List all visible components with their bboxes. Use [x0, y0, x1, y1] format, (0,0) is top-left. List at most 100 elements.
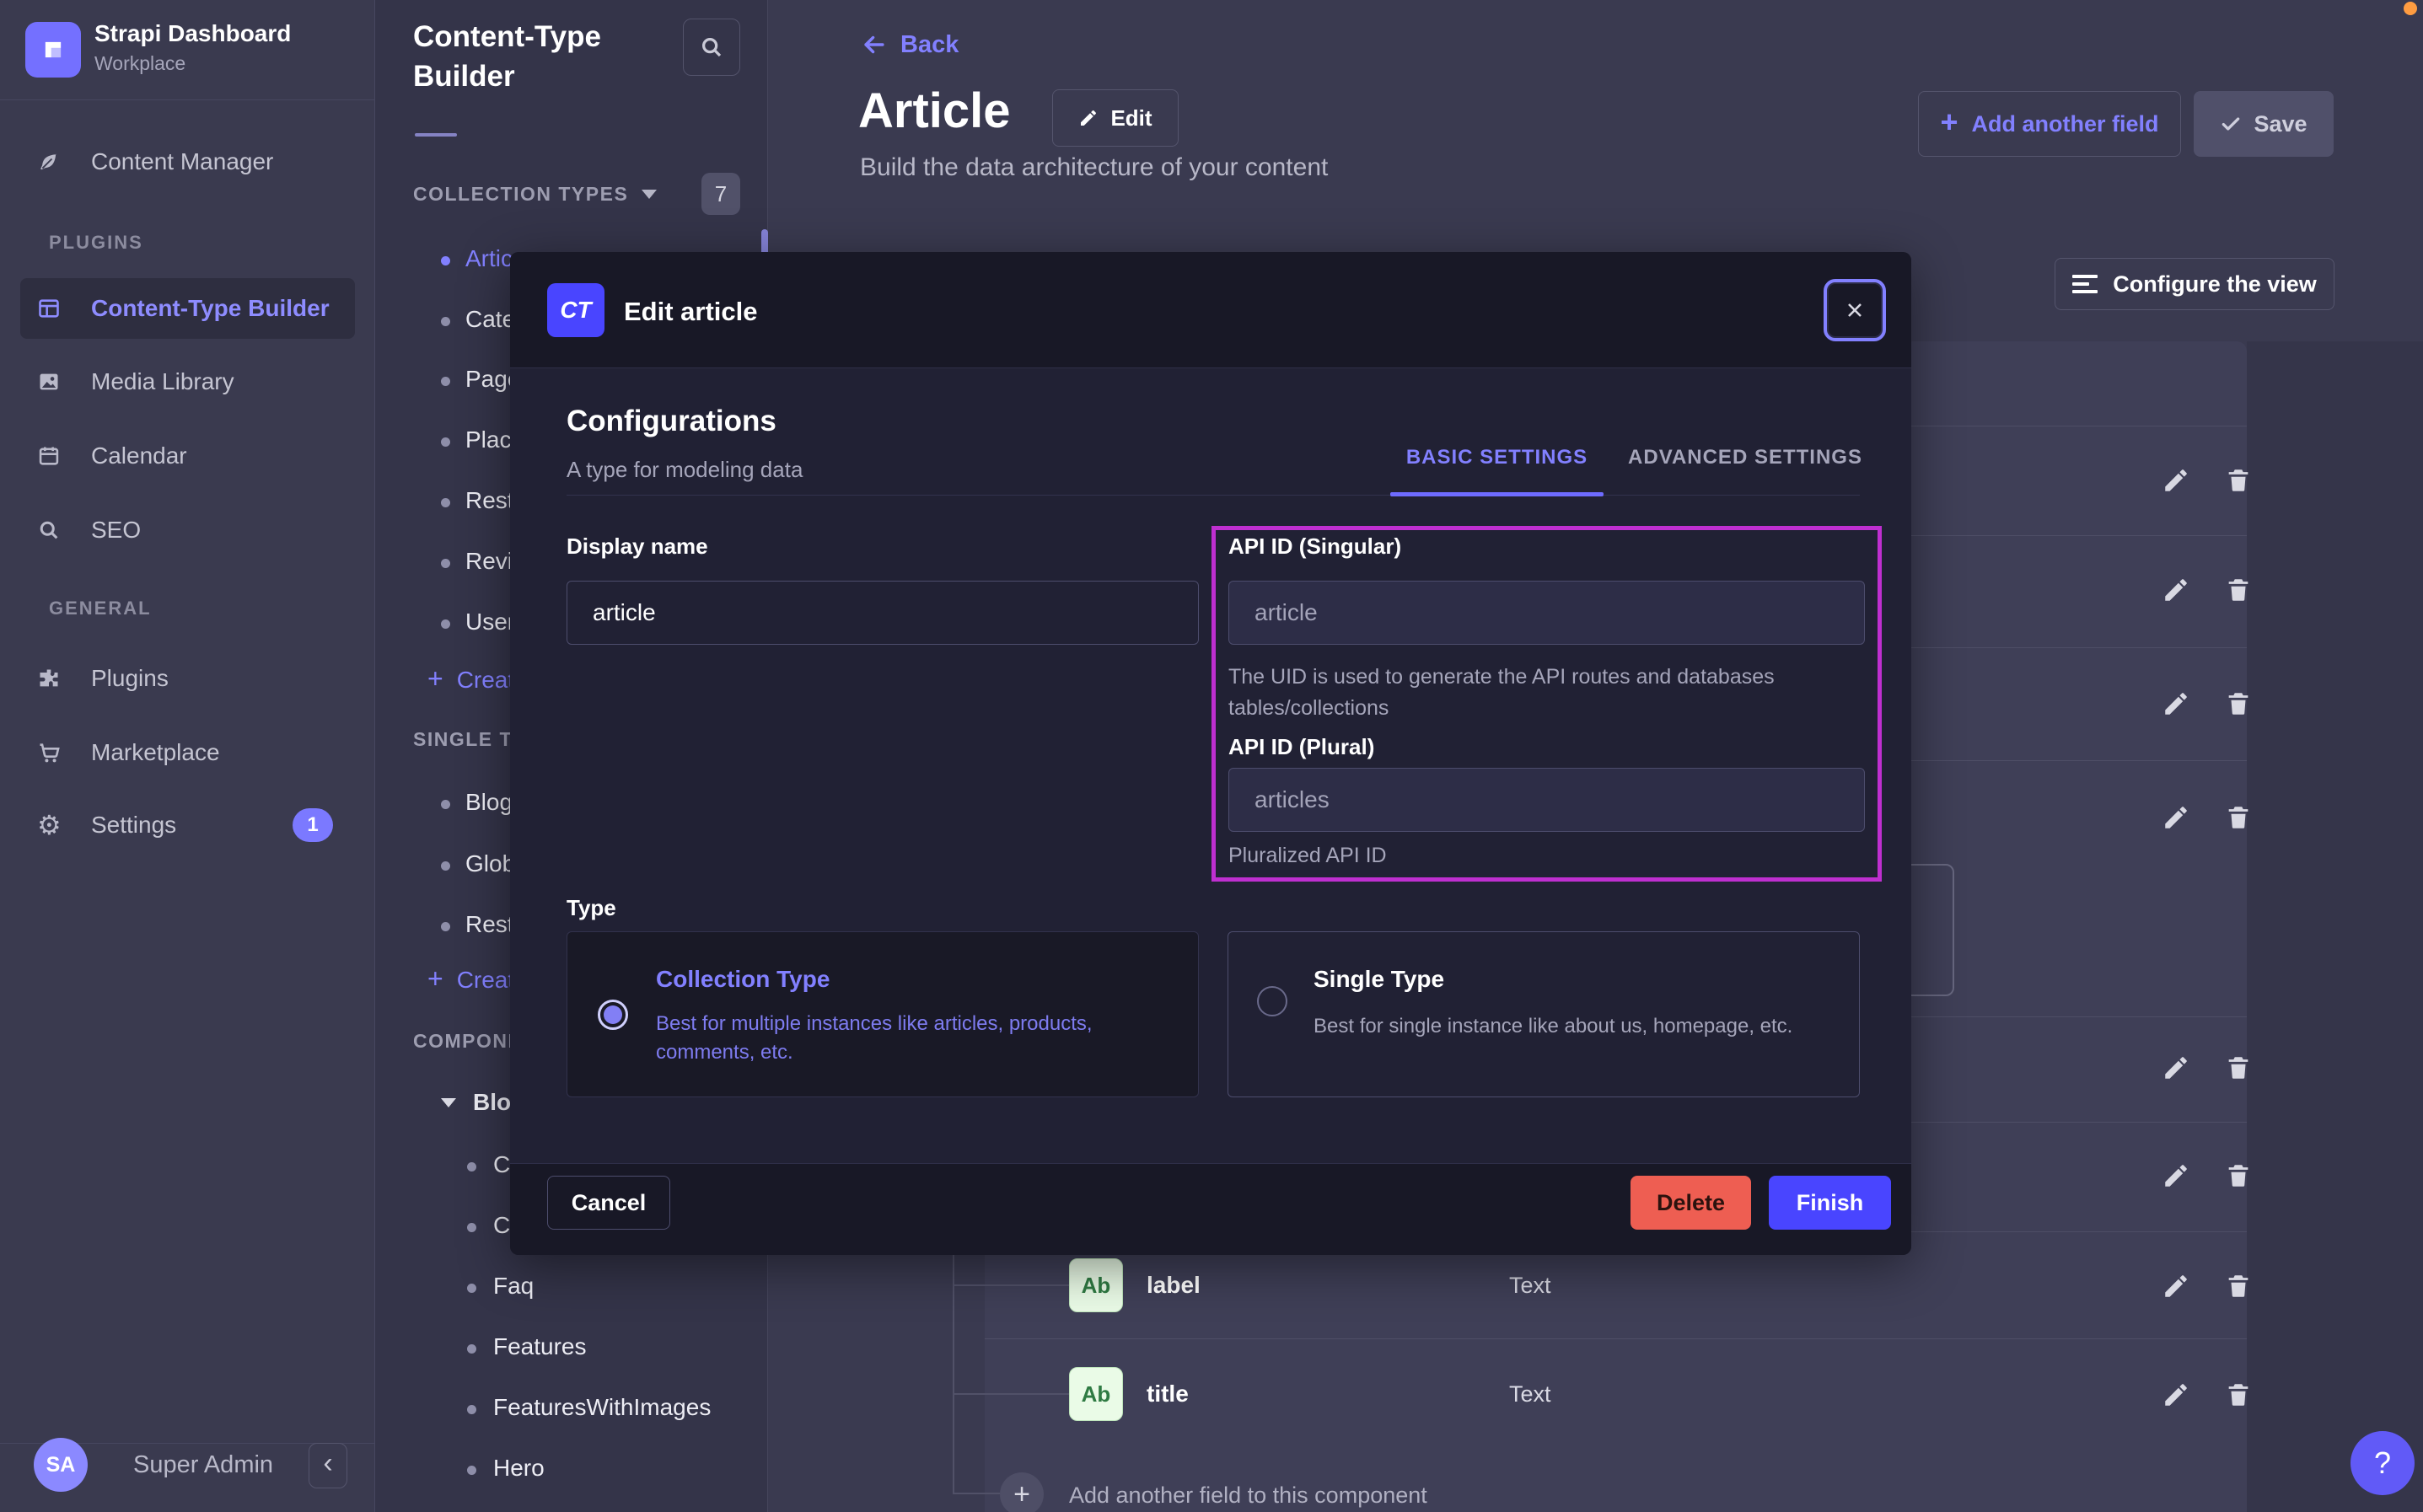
sidebar-item-settings[interactable]: ⚙ Settings 1 [0, 795, 375, 855]
list-bullet [441, 498, 450, 507]
tab-advanced-settings[interactable]: ADVANCED SETTINGS [1623, 446, 1867, 469]
list-bullet [441, 377, 450, 386]
tab-basic-settings[interactable]: BASIC SETTINGS [1390, 446, 1604, 469]
panel-item-user[interactable]: User [465, 609, 515, 635]
sidebar-item-marketplace[interactable]: Marketplace [0, 722, 375, 783]
modal-section-title: Configurations [567, 405, 776, 438]
sidebar-collapse-button[interactable]: ‹ [309, 1443, 347, 1488]
delete-field-button[interactable] [2224, 1272, 2253, 1300]
add-another-field-button[interactable]: + Add another field [1918, 91, 2181, 157]
pencil-icon [2162, 803, 2190, 832]
collection-type-option[interactable]: Collection Type Best for multiple instan… [567, 931, 1199, 1097]
tree-branch [953, 1284, 1069, 1286]
cart-icon-wrap [37, 741, 91, 764]
edit-field-button[interactable] [2162, 1272, 2190, 1300]
modal-close-button[interactable] [1824, 279, 1886, 341]
configure-view-button[interactable]: Configure the view [2055, 258, 2334, 310]
list-bullet [441, 861, 450, 871]
delete-button[interactable]: Delete [1631, 1176, 1751, 1230]
panel-item-rest[interactable]: Rest [465, 911, 514, 938]
trash-icon [2224, 1272, 2253, 1300]
sidebar-item-seo[interactable]: SEO [0, 500, 375, 560]
sidebar-section-header: PLUGINS [49, 232, 143, 254]
api-id-singular-input[interactable] [1228, 581, 1865, 645]
api-id-plural-input[interactable] [1228, 768, 1865, 832]
edit-field-button[interactable] [2162, 1381, 2190, 1409]
list-bullet [441, 800, 450, 809]
single-type-option[interactable]: Single Type Best for single instance lik… [1228, 931, 1860, 1097]
check-icon [2220, 113, 2242, 135]
panel-group-header[interactable]: COLLECTION TYPES [413, 183, 657, 206]
edit-button[interactable]: Edit [1052, 89, 1179, 147]
panel-item-glob[interactable]: Glob [465, 850, 515, 877]
pencil-icon [2162, 689, 2190, 718]
radio-unselected-icon[interactable] [1257, 986, 1287, 1016]
feather-icon-wrap [37, 150, 91, 174]
edit-field-button[interactable] [2162, 1054, 2190, 1082]
trash-icon [2224, 576, 2253, 604]
delete-field-button[interactable] [2224, 689, 2253, 718]
panel-item-revi[interactable]: Revi [465, 548, 513, 575]
panel-item-rest[interactable]: Rest [465, 487, 514, 514]
list-bullet [467, 1284, 476, 1293]
display-name-field-wrap [567, 581, 1199, 645]
panel-item-hero[interactable]: Hero [493, 1455, 545, 1482]
tree-line [953, 1255, 954, 1494]
field-type-badge: Ab [1069, 1258, 1123, 1312]
edit-field-button[interactable] [2162, 803, 2190, 832]
pencil-icon [2162, 466, 2190, 495]
delete-field-button[interactable] [2224, 1381, 2253, 1409]
sidebar-nav: Content Manager PLUGINS Content-Type Bui… [0, 0, 375, 927]
finish-label: Finish [1797, 1190, 1864, 1216]
display-name-label: Display name [567, 533, 708, 560]
count-badge: 7 [701, 173, 740, 215]
api-id-plural-label: API ID (Plural) [1228, 734, 1374, 760]
grid-icon [37, 297, 61, 320]
sidebar-item-content-manager[interactable]: Content Manager [0, 131, 375, 192]
single-type-description: Best for single instance like about us, … [1314, 1012, 1853, 1041]
panel-item-faq[interactable]: Faq [493, 1273, 534, 1300]
panel-group-header[interactable]: COMPONE [413, 1030, 522, 1053]
display-name-input[interactable] [567, 581, 1199, 645]
field-type-badge: Ab [1069, 1367, 1123, 1421]
sidebar-item-label: Marketplace [91, 739, 220, 766]
main-right-gutter [2247, 341, 2423, 1512]
delete-field-button[interactable] [2224, 1054, 2253, 1082]
panel-item-blog[interactable]: Blog [465, 789, 513, 816]
edit-field-button[interactable] [2162, 689, 2190, 718]
chevron-down-icon [441, 1098, 456, 1107]
sidebar-item-calendar[interactable]: Calendar [0, 426, 375, 486]
content-type-badge: CT [547, 283, 604, 337]
sidebar-item-plugins[interactable]: Plugins [0, 648, 375, 709]
page-subtitle: Build the data architecture of your cont… [860, 153, 1328, 182]
radio-selected-icon[interactable] [598, 1000, 628, 1030]
panel-item-artic[interactable]: Artic [465, 245, 513, 272]
edit-field-button[interactable] [2162, 466, 2190, 495]
sidebar-item-content-type-builder[interactable]: Content-Type Builder [0, 278, 375, 339]
back-link[interactable]: Back [860, 30, 959, 59]
panel-item-featureswithimages[interactable]: FeaturesWithImages [493, 1394, 711, 1421]
panel-item-features[interactable]: Features [493, 1333, 587, 1360]
delete-field-button[interactable] [2224, 803, 2253, 832]
sidebar-item-label: Media Library [91, 368, 234, 395]
delete-field-button[interactable] [2224, 466, 2253, 495]
help-button[interactable]: ? [2350, 1431, 2415, 1495]
panel-item-cate[interactable]: Cate [465, 306, 515, 333]
finish-button[interactable]: Finish [1769, 1176, 1891, 1230]
save-button[interactable]: Save [2194, 91, 2334, 157]
grid-icon-wrap [37, 297, 91, 320]
status-dot [2404, 2, 2417, 15]
plus-icon: + [427, 963, 443, 995]
edit-field-button[interactable] [2162, 1161, 2190, 1190]
list-bullet [441, 256, 450, 265]
delete-field-button[interactable] [2224, 1161, 2253, 1190]
sidebar-item-media-library[interactable]: Media Library [0, 351, 375, 412]
edit-field-button[interactable] [2162, 576, 2190, 604]
cancel-button[interactable]: Cancel [547, 1176, 670, 1230]
sidebar-item-label: Content-Type Builder [91, 295, 330, 322]
single-type-title: Single Type [1314, 966, 1444, 993]
avatar[interactable]: SA [34, 1438, 88, 1492]
delete-field-button[interactable] [2224, 576, 2253, 604]
close-icon [1843, 298, 1867, 322]
panel-item-plac[interactable]: Plac [465, 426, 511, 453]
